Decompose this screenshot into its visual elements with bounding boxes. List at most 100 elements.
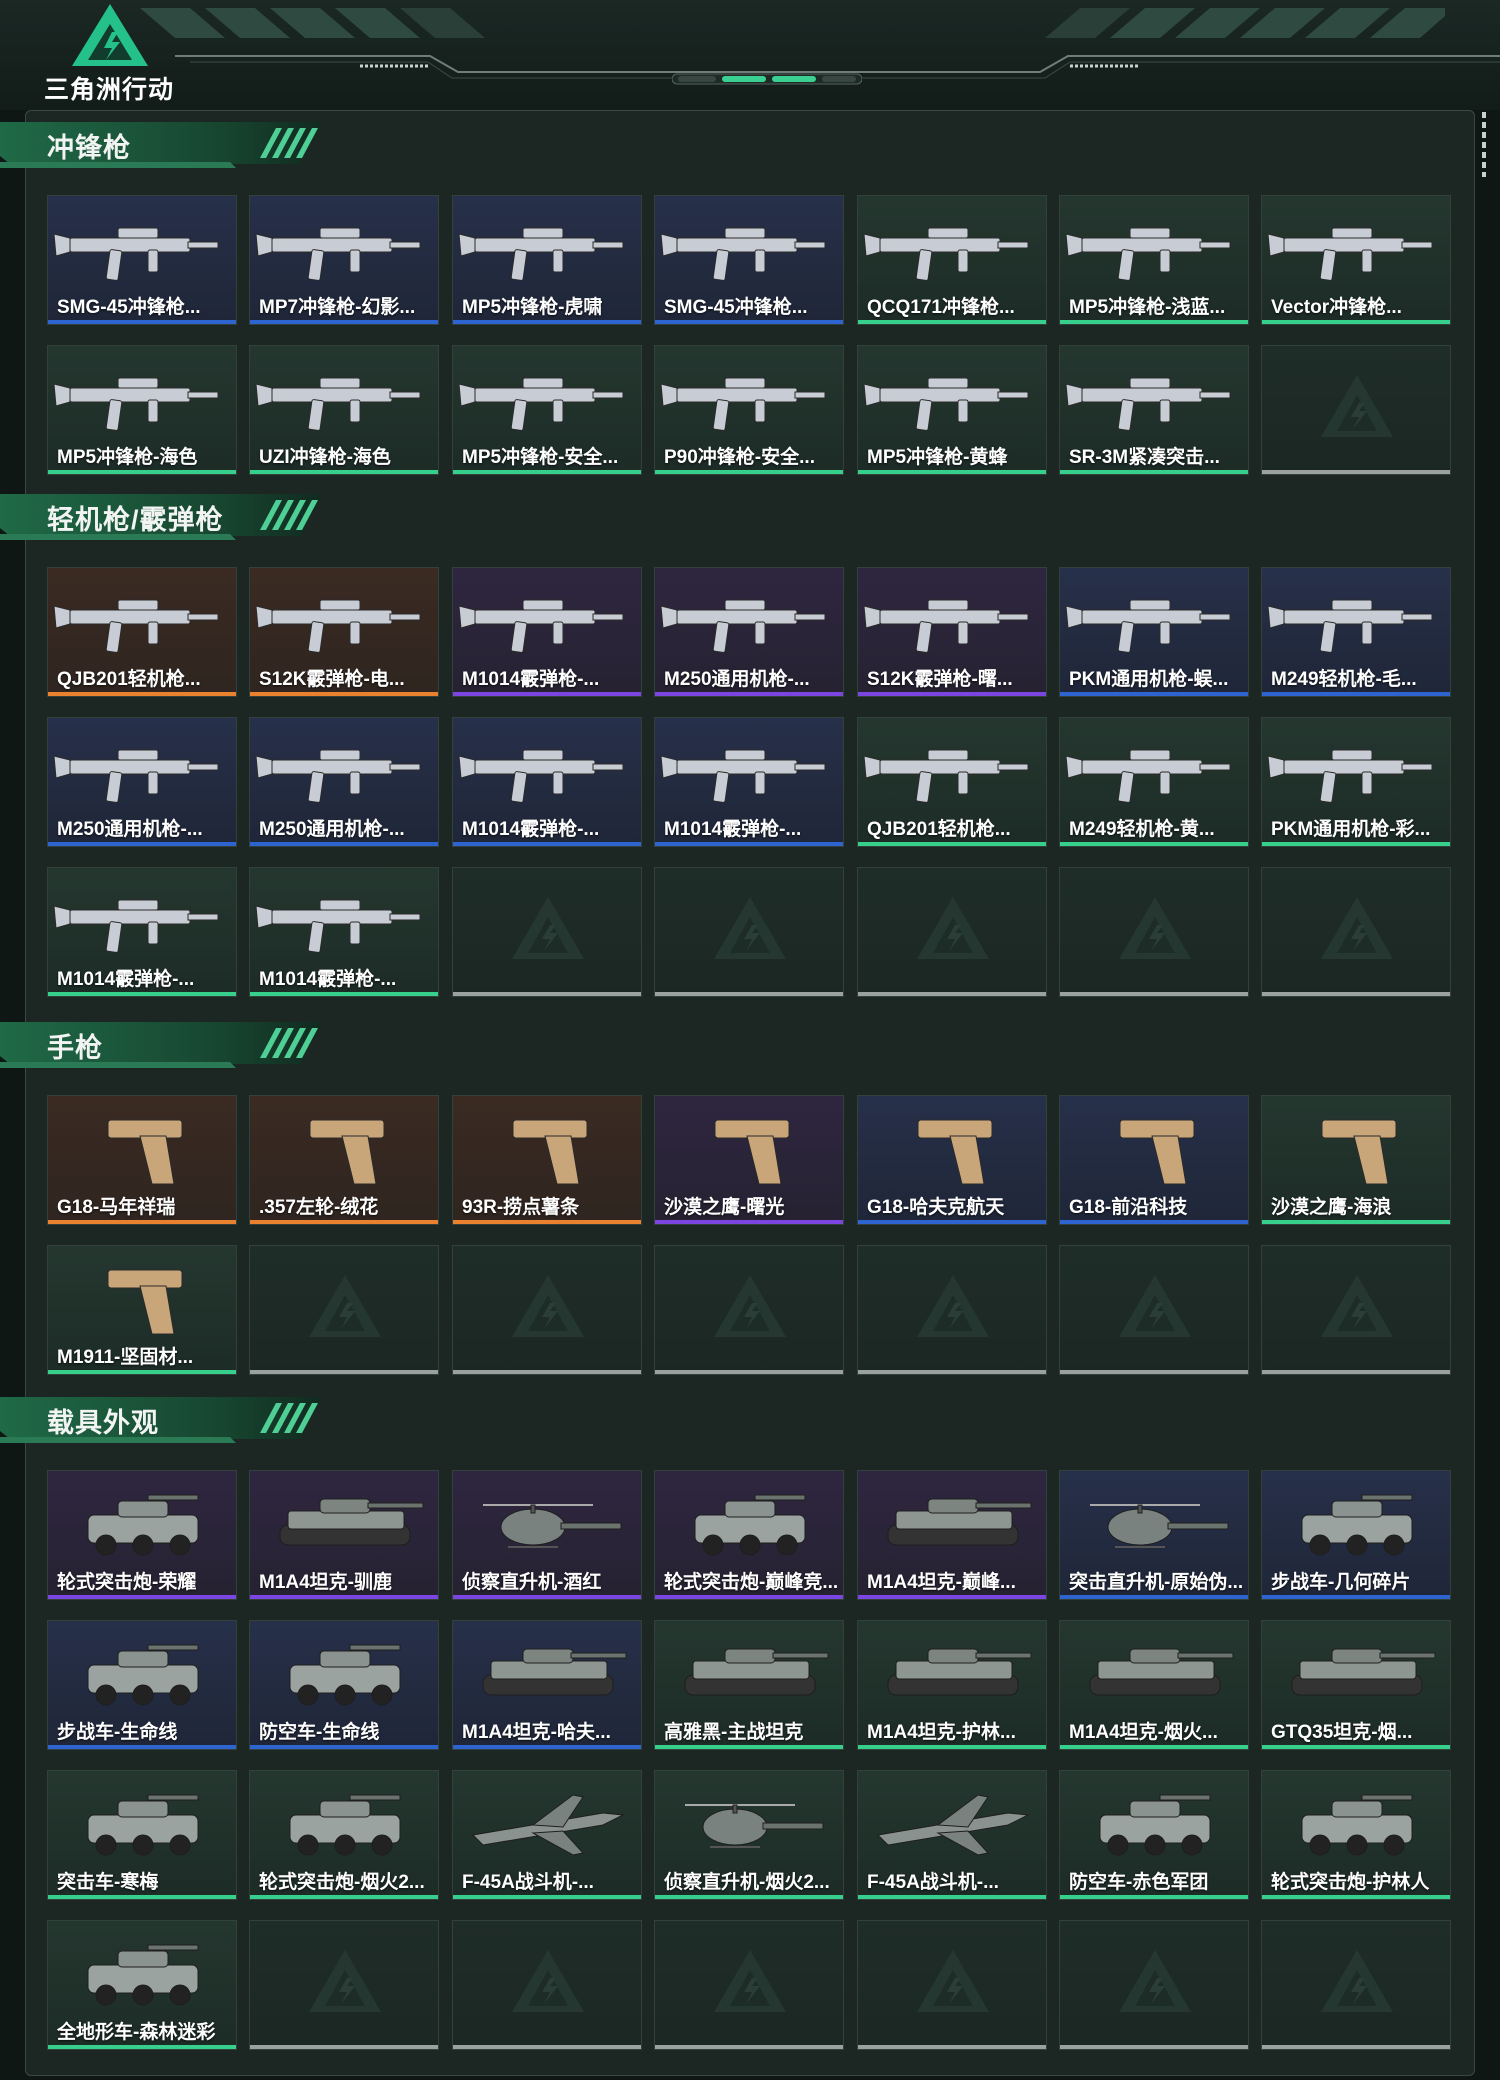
skin-card[interactable]: 防空车-赤色军团 [1059, 1770, 1249, 1900]
skin-card[interactable]: F-45A战斗机-... [857, 1770, 1047, 1900]
skin-card[interactable]: 防空车-生命线 [249, 1620, 439, 1750]
skin-card[interactable]: M1A4坦克-烟火... [1059, 1620, 1249, 1750]
gun-image [655, 572, 843, 664]
skin-card[interactable]: 轮式突击炮-护林人 [1261, 1770, 1451, 1900]
rarity-bar [453, 1220, 641, 1224]
skin-name: M250通用机枪-... [259, 819, 405, 840]
skin-card[interactable]: M1014霰弹枪-... [249, 867, 439, 997]
skin-card[interactable]: PKM通用机枪-蜈... [1059, 567, 1249, 697]
skin-card[interactable]: 侦察直升机-酒红 [452, 1470, 642, 1600]
skin-card[interactable]: Vector冲锋枪... [1261, 195, 1451, 325]
skin-name: M1014霰弹枪-... [462, 669, 600, 690]
skin-card[interactable]: 全地形车-森林迷彩 [47, 1920, 237, 2050]
delta-watermark-icon [512, 897, 584, 959]
skin-card[interactable]: M1A4坦克-哈夫... [452, 1620, 642, 1750]
rarity-bar [250, 1220, 438, 1224]
skin-card[interactable]: 轮式突击炮-巅峰竞... [654, 1470, 844, 1600]
skin-card[interactable]: .357左轮-绒花 [249, 1095, 439, 1225]
rarity-bar [250, 692, 438, 696]
skin-card[interactable]: 步战车-几何碎片 [1261, 1470, 1451, 1600]
skin-card[interactable]: G18-前沿科技 [1059, 1095, 1249, 1225]
skin-card[interactable]: MP5冲锋枪-虎啸 [452, 195, 642, 325]
skin-name: UZI冲锋枪-海色 [259, 447, 391, 468]
skin-card[interactable]: MP7冲锋枪-幻影... [249, 195, 439, 325]
skin-card[interactable]: 突击车-寒梅 [47, 1770, 237, 1900]
rarity-bar [858, 842, 1046, 846]
skin-name: 沙漠之鹰-海浪 [1271, 1197, 1392, 1218]
skin-card[interactable]: SMG-45冲锋枪... [47, 195, 237, 325]
skin-name: 防空车-生命线 [259, 1722, 380, 1743]
delta-watermark-icon [512, 1950, 584, 2012]
skin-name: P90冲锋枪-安全... [664, 447, 815, 468]
skin-card[interactable]: 93R-捞点薯条 [452, 1095, 642, 1225]
skin-card[interactable]: M1014霰弹枪-... [452, 717, 642, 847]
skin-card[interactable]: 侦察直升机-烟火2... [654, 1770, 844, 1900]
skin-card[interactable]: M250通用机枪-... [249, 717, 439, 847]
rarity-bar [250, 470, 438, 474]
skin-card[interactable]: M249轻机枪-毛... [1261, 567, 1451, 697]
skin-card[interactable]: GTQ35坦克-烟... [1261, 1620, 1451, 1750]
skin-card[interactable]: S12K霰弹枪-电... [249, 567, 439, 697]
skin-card[interactable]: MP5冲锋枪-浅蓝... [1059, 195, 1249, 325]
skin-card[interactable]: F-45A战斗机-... [452, 1770, 642, 1900]
skin-card[interactable]: S12K霰弹枪-曙... [857, 567, 1047, 697]
rarity-bar [655, 1370, 843, 1374]
skin-card[interactable]: G18-马年祥瑞 [47, 1095, 237, 1225]
skin-name: 轮式突击炮-巅峰竞... [664, 1572, 839, 1593]
skin-name: PKM通用机枪-蜈... [1069, 669, 1229, 690]
skin-card[interactable]: M250通用机枪-... [47, 717, 237, 847]
skin-card[interactable]: M1A4坦克-驯鹿 [249, 1470, 439, 1600]
rarity-bar [1060, 470, 1248, 474]
empty-skin-slot [1261, 1245, 1451, 1375]
skin-card[interactable]: UZI冲锋枪-海色 [249, 345, 439, 475]
skin-card[interactable]: 轮式突击炮-烟火2... [249, 1770, 439, 1900]
gun-image [858, 200, 1046, 292]
skin-card[interactable]: M1014霰弹枪-... [654, 717, 844, 847]
vehicle-image [250, 1625, 438, 1717]
skin-name: F-45A战斗机-... [867, 1872, 999, 1893]
skin-card[interactable]: 沙漠之鹰-海浪 [1261, 1095, 1451, 1225]
tank-image [858, 1475, 1046, 1567]
empty-skin-slot [1059, 1245, 1249, 1375]
skin-name: M249轻机枪-黄... [1069, 819, 1215, 840]
skin-card[interactable]: G18-哈夫克航天 [857, 1095, 1047, 1225]
skin-card[interactable]: PKM通用机枪-彩... [1261, 717, 1451, 847]
skin-card[interactable]: M1A4坦克-巅峰... [857, 1470, 1047, 1600]
gun-image [655, 200, 843, 292]
skin-card[interactable]: 突击直升机-原始伪... [1059, 1470, 1249, 1600]
rarity-bar [1060, 692, 1248, 696]
scrollbar[interactable] [1482, 112, 1486, 177]
skin-card[interactable]: 高雅黑-主战坦克 [654, 1620, 844, 1750]
rarity-bar [1262, 2045, 1450, 2049]
skin-card[interactable]: M1911-坚固材... [47, 1245, 237, 1375]
skin-card[interactable]: 步战车-生命线 [47, 1620, 237, 1750]
skin-card[interactable]: QCQ171冲锋枪... [857, 195, 1047, 325]
skin-card[interactable]: M1A4坦克-护林... [857, 1620, 1047, 1750]
gun-image [453, 200, 641, 292]
rarity-bar [1060, 1895, 1248, 1899]
skin-card[interactable]: MP5冲锋枪-海色 [47, 345, 237, 475]
pistol-image [1262, 1100, 1450, 1192]
vehicle-image [250, 1775, 438, 1867]
skin-card[interactable]: P90冲锋枪-安全... [654, 345, 844, 475]
rarity-bar [1262, 842, 1450, 846]
skin-card[interactable]: 轮式突击炮-荣耀 [47, 1470, 237, 1600]
skin-card[interactable]: M249轻机枪-黄... [1059, 717, 1249, 847]
skin-card[interactable]: M250通用机枪-... [654, 567, 844, 697]
skin-card[interactable]: MP5冲锋枪-安全... [452, 345, 642, 475]
skin-card[interactable]: SMG-45冲锋枪... [654, 195, 844, 325]
skin-name: G18-哈夫克航天 [867, 1197, 1005, 1218]
skin-card[interactable]: QJB201轻机枪... [47, 567, 237, 697]
skin-card[interactable]: MP5冲锋枪-黄蜂 [857, 345, 1047, 475]
rarity-bar [858, 1895, 1046, 1899]
vehicle-image [48, 1625, 236, 1717]
empty-skin-slot [654, 1920, 844, 2050]
skin-card[interactable]: QJB201轻机枪... [857, 717, 1047, 847]
vehicle-image [48, 1475, 236, 1567]
rarity-bar [858, 2045, 1046, 2049]
skin-card[interactable]: M1014霰弹枪-... [47, 867, 237, 997]
skin-card[interactable]: 沙漠之鹰-曙光 [654, 1095, 844, 1225]
skin-card[interactable]: M1014霰弹枪-... [452, 567, 642, 697]
skin-card[interactable]: SR-3M紧凑突击... [1059, 345, 1249, 475]
rarity-bar [453, 1595, 641, 1599]
